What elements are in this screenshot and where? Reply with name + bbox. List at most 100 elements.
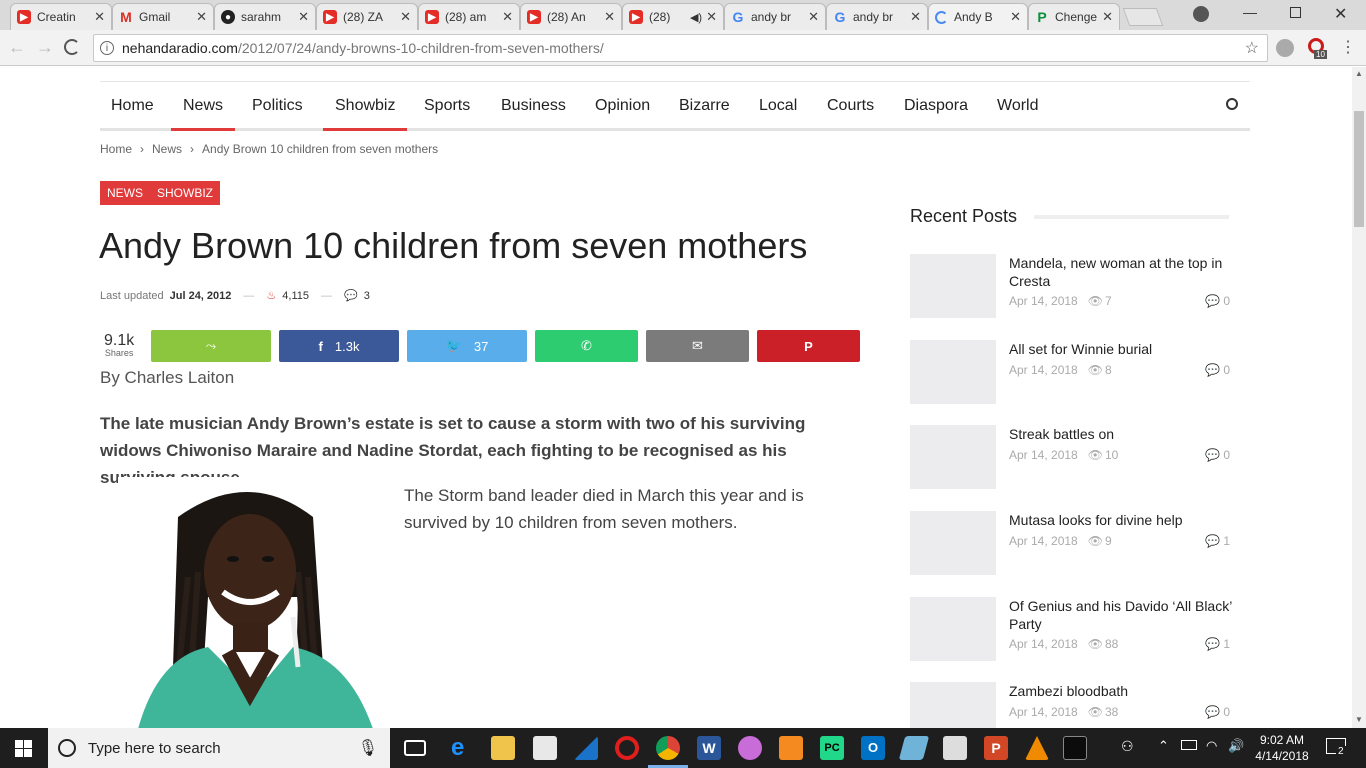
file-explorer-icon[interactable] [491,736,515,760]
minimize-icon[interactable]: — [1243,4,1257,20]
tray-chevron-icon[interactable]: ⌃ [1158,738,1169,754]
notes-icon[interactable] [898,736,930,760]
scroll-up-icon[interactable]: ▲ [1355,69,1363,78]
vlc-icon[interactable] [1025,736,1049,760]
post-title[interactable]: Of Genius and his Davido ‘All Black’ Par… [1009,597,1234,633]
scrollbar-thumb[interactable] [1354,111,1364,227]
nav-world[interactable]: World [997,97,1039,115]
nav-diaspora[interactable]: Diaspora [904,97,968,115]
nav-opinion[interactable]: Opinion [595,97,650,115]
taskbar-search[interactable]: Type here to search 🎙 [48,728,390,768]
breadcrumb-home[interactable]: Home [100,142,132,156]
post-title[interactable]: Mandela, new woman at the top in Cresta [1009,254,1234,290]
task-view-icon[interactable] [404,740,426,756]
menu-icon[interactable]: ⋮ [1340,37,1356,57]
close-tab-icon[interactable]: ✕ [298,9,309,25]
nav-politics[interactable]: Politics [252,97,303,115]
outlook-icon[interactable]: O [861,736,885,760]
nav-sports[interactable]: Sports [424,97,470,115]
windows-start-icon[interactable] [15,740,32,757]
photos-icon[interactable] [943,736,967,760]
nav-local[interactable]: Local [759,97,797,115]
post-title[interactable]: All set for Winnie burial [1009,340,1234,358]
loading-spinner-icon[interactable] [64,39,80,55]
close-tab-icon[interactable]: ✕ [94,9,105,25]
pinterest-share-button[interactable]: P [757,330,860,362]
terminal-icon[interactable] [1063,736,1087,760]
back-icon[interactable]: ← [8,37,26,58]
nav-home[interactable]: Home [111,97,154,115]
mail-icon[interactable] [533,736,557,760]
people-icon[interactable]: ⚇ [1121,738,1134,755]
recent-post[interactable]: All set for Winnie burial Apr 14, 2018 👁 8… [910,340,1230,404]
edge-icon[interactable]: e [451,736,475,760]
recent-post[interactable]: Mandela, new woman at the top in Cresta … [910,254,1230,318]
forward-icon[interactable]: → [36,37,54,58]
share-button[interactable]: ⤳ [151,330,271,362]
word-icon[interactable]: W [697,736,721,760]
recent-post[interactable]: Zambezi bloodbath Apr 14, 2018 👁 38 💬 0 [910,682,1230,728]
browser-tab[interactable]: ▶ (28) ZA ✕ [316,3,418,30]
close-tab-icon[interactable]: ✕ [706,9,717,25]
browser-tab[interactable]: M Gmail ✕ [112,3,214,30]
recent-post[interactable]: Mutasa looks for divine help Apr 14, 201… [910,511,1230,575]
browser-tab[interactable]: ▶ Creatin ✕ [10,3,112,30]
taskbar-clock[interactable]: 9:02 AM 4/14/2018 [1254,732,1310,764]
close-tab-icon[interactable]: ✕ [910,9,921,25]
battery-icon[interactable] [1181,740,1197,750]
volume-icon[interactable]: 🔊 [1228,738,1244,754]
browser-tab[interactable]: P Chenge ✕ [1028,3,1120,30]
extension-icon[interactable] [1276,39,1294,57]
nav-bizarre[interactable]: Bizarre [679,97,730,115]
close-tab-icon[interactable]: ✕ [1102,9,1113,25]
post-title[interactable]: Mutasa looks for divine help [1009,511,1234,529]
category-badge-news[interactable]: NEWS [100,181,150,205]
post-thumbnail[interactable] [910,682,996,728]
twitter-share-button[interactable]: 🐦 37 [407,330,527,362]
browser-tab[interactable]: Gandy br ✕ [826,3,928,30]
browser-tab[interactable]: Gandy br ✕ [724,3,826,30]
close-tab-icon[interactable]: ✕ [604,9,615,25]
close-tab-icon[interactable]: ✕ [1010,9,1021,25]
post-title[interactable]: Zambezi bloodbath [1009,682,1234,700]
browser-tab[interactable]: ● sarahm ✕ [214,3,316,30]
opera-icon[interactable] [615,736,639,760]
post-thumbnail[interactable] [910,511,996,575]
post-title[interactable]: Streak battles on [1009,425,1234,443]
chrome-icon[interactable] [656,736,680,760]
info-icon[interactable]: i [100,41,114,55]
close-window-icon[interactable]: ✕ [1334,4,1347,24]
comment-count[interactable]: 3 [364,290,370,302]
close-tab-icon[interactable]: ✕ [502,9,513,25]
nav-showbiz[interactable]: Showbiz [322,97,409,131]
post-thumbnail[interactable] [910,340,996,404]
sharkfin-app-icon[interactable] [574,736,598,760]
restore-icon[interactable] [1290,7,1301,18]
bookmark-star-icon[interactable]: ☆ [1245,38,1259,58]
browser-tab[interactable]: ▶ (28) An ✕ [520,3,622,30]
category-badge-showbiz[interactable]: SHOWBIZ [150,181,220,205]
page-scrollbar[interactable]: ▲ ▼ [1352,67,1366,728]
email-share-button[interactable]: ✉ [646,330,749,362]
browser-tab[interactable]: ▶ (28) ◀) ✕ [622,3,724,30]
profile-icon[interactable] [1193,6,1209,22]
breadcrumb-section[interactable]: News [152,142,182,156]
pycharm-icon[interactable]: PC [820,736,844,760]
post-thumbnail[interactable] [910,597,996,661]
new-tab-button[interactable] [1122,8,1164,26]
nav-business[interactable]: Business [501,97,566,115]
close-tab-icon[interactable]: ✕ [808,9,819,25]
close-tab-icon[interactable]: ✕ [196,9,207,25]
wifi-icon[interactable]: ◠ [1206,738,1217,754]
microphone-icon[interactable]: 🎙 [358,738,378,758]
recent-post[interactable]: Of Genius and his Davido ‘All Black’ Par… [910,597,1232,661]
paint-icon[interactable] [738,736,762,760]
powerpoint-icon[interactable]: P [984,736,1008,760]
post-thumbnail[interactable] [910,254,996,318]
browser-tab[interactable]: ▶ (28) am ✕ [418,3,520,30]
nav-news[interactable]: News [170,97,236,131]
recent-post[interactable]: Streak battles on Apr 14, 2018 👁 10 💬 0 [910,425,1230,489]
facebook-share-button[interactable]: f 1.3k [279,330,399,362]
browser-tab-active[interactable]: Andy B ✕ [928,3,1028,30]
address-bar[interactable]: i nehandaradio.com/2012/07/24/andy-brown… [93,34,1268,62]
